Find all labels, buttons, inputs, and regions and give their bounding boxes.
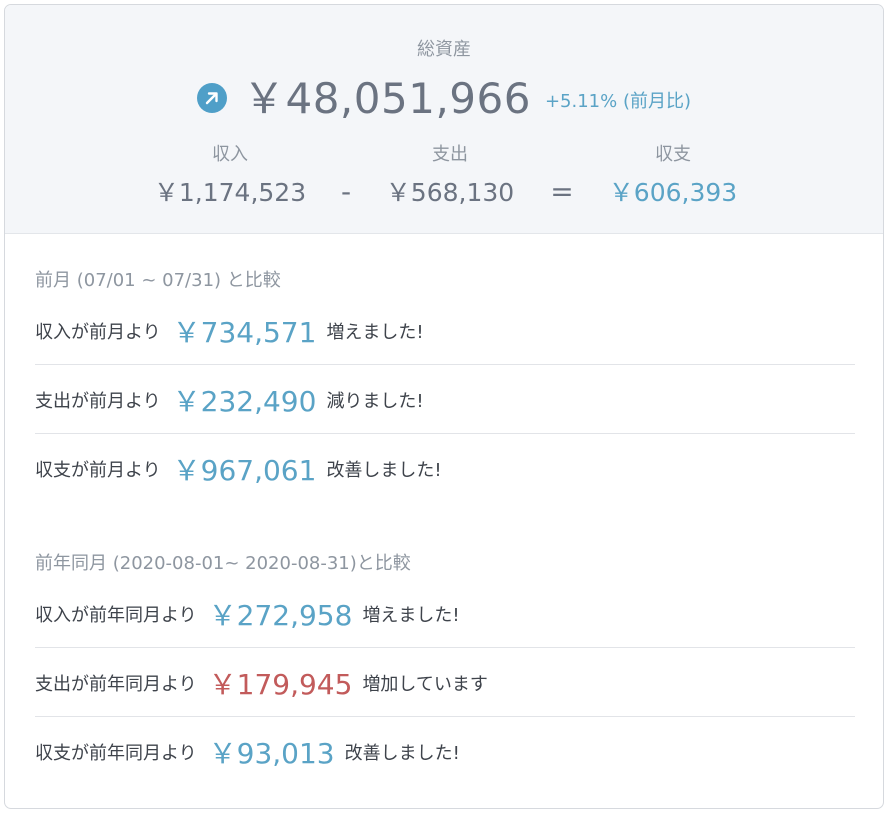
row-suffix: 増えました! [362,604,460,626]
row-prefix: 収支が前年同月より [35,743,197,764]
summary-panel: 総資産 ￥48,051,966 +5.11% (前月比) 収入 ￥1,174,5… [5,5,883,234]
expense-value: ￥568,130 [385,178,515,207]
balance-label: 収支 [655,144,691,165]
arrow-up-right-icon [196,82,227,113]
expense-label: 支出 [432,144,468,165]
total-assets-row: ￥48,051,966 +5.11% (前月比) [5,65,883,126]
prev-month-balance-row: 収支が前月より ￥967,061 改善しました! [35,435,855,503]
total-assets-label: 総資産 [417,39,471,60]
row-suffix: 改善しました! [326,460,442,481]
row-amount: ￥232,490 [172,384,317,418]
income-expense-stats: 収入 ￥1,174,523 - 支出 ￥568,130 = 収支 ￥606,39… [5,141,883,211]
asset-summary-card: 総資産 ￥48,051,966 +5.11% (前月比) 収入 ￥1,174,5… [4,4,884,809]
income-value: ￥1,174,523 [153,178,307,207]
total-assets-amount: ￥48,051,966 [242,74,531,123]
row-suffix: 増加しています [362,673,488,695]
prev-year-section-title: 前年同月 (2020-08-01~ 2020-08-31)と比較 [35,553,411,574]
income-stat: 収入 ￥1,174,523 [130,141,330,209]
prev-month-income-row: 収入が前月より ￥734,571 増えました! [35,297,855,365]
balance-value: ￥606,393 [608,178,738,207]
row-amount: ￥93,013 [208,737,335,770]
row-prefix: 収支が前月より [35,460,161,481]
row-suffix: 増えました! [326,321,424,343]
row-prefix: 収入が前年同月より [35,604,197,626]
balance-stat: 収支 ￥606,393 [573,141,773,209]
prev-year-expense-row: 支出が前年同月より ￥179,945 増加しています [35,649,855,717]
row-prefix: 収入が前月より [35,321,161,343]
row-amount: ￥967,061 [172,454,317,487]
row-suffix: 改善しました! [344,743,460,764]
expense-stat: 支出 ￥568,130 [350,141,550,209]
row-suffix: 減りました! [326,390,424,412]
prev-month-section-title: 前月 (07/01 ~ 07/31) と比較 [35,270,281,291]
prev-year-income-row: 収入が前年同月より ￥272,958 増えました! [35,580,855,648]
total-assets-change: +5.11% (前月比) [544,90,691,112]
row-amount: ￥179,945 [208,667,353,701]
prev-month-expense-row: 支出が前月より ￥232,490 減りました! [35,366,855,434]
row-prefix: 支出が前年同月より [35,673,197,695]
row-amount: ￥272,958 [208,598,353,632]
income-label: 収入 [212,144,248,165]
row-prefix: 支出が前月より [35,390,161,412]
prev-year-balance-row: 収支が前年同月より ￥93,013 改善しました! [35,718,855,786]
row-amount: ￥734,571 [172,315,317,349]
